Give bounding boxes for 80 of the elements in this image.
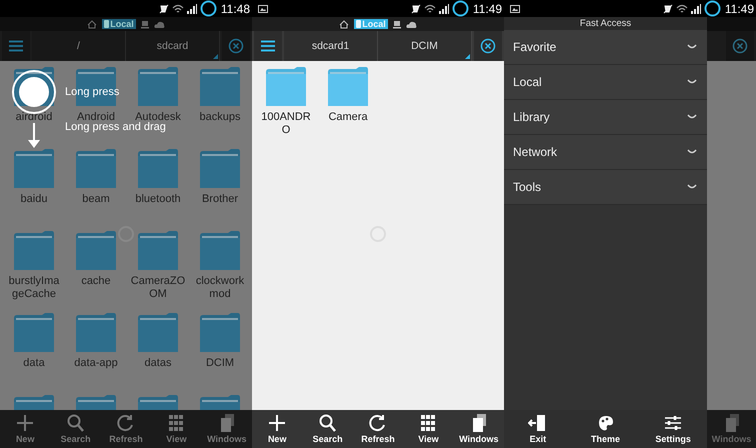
image-notification-icon: [510, 4, 520, 12]
new-button[interactable]: New: [0, 410, 50, 448]
cloud-icon[interactable]: [406, 20, 417, 28]
folder-name: DCIM: [204, 357, 236, 370]
signal-icon: [438, 4, 449, 14]
hint-text: Long press and drag: [65, 121, 166, 133]
folder-name: datas: [144, 357, 172, 370]
folder-name: Camera: [327, 111, 369, 124]
folder-name: beam: [81, 193, 111, 206]
status-time: 11:48: [220, 2, 250, 16]
menu-icon: [9, 40, 23, 52]
folder-name: 100ANDRO: [260, 111, 312, 137]
close-button[interactable]: [222, 31, 250, 61]
battery-ring-icon: [704, 0, 721, 17]
signal-icon: [186, 4, 197, 14]
theme-button[interactable]: Theme: [572, 410, 640, 448]
local-tab[interactable]: Local: [102, 19, 136, 29]
image-notification-icon: [258, 4, 268, 12]
close-icon: [732, 38, 748, 54]
settings-icon: [663, 414, 684, 432]
folder-name: data-app: [73, 357, 119, 370]
windows-button[interactable]: Windows: [454, 410, 504, 448]
folder-name: Android: [77, 111, 116, 123]
home-icon[interactable]: [339, 20, 350, 28]
search-button[interactable]: Search: [50, 410, 101, 448]
folder-name: cache: [80, 275, 112, 288]
folder-name: clockworkmod: [194, 275, 246, 301]
folder-name: Brother: [200, 193, 240, 206]
drawer-item[interactable]: Favorite: [504, 30, 707, 65]
signal-icon: [690, 4, 701, 14]
settings-button[interactable]: Settings: [639, 410, 708, 448]
location-bar: [707, 17, 756, 31]
view-button[interactable]: View: [151, 410, 202, 448]
wifi-icon: [424, 4, 436, 14]
mute-icon: [662, 4, 673, 14]
search-icon: [66, 414, 86, 432]
folder-name: burstlyImageCache: [8, 275, 60, 301]
battery-ring-icon: [452, 0, 469, 17]
drawer-title: Fast Access: [504, 17, 707, 30]
search-button[interactable]: Search: [302, 410, 353, 448]
folder-name: data: [22, 357, 46, 370]
battery-ring-icon: [200, 0, 217, 17]
drawer-item[interactable]: Network: [504, 135, 707, 170]
view-button[interactable]: View: [403, 410, 454, 448]
mute-icon: [410, 4, 421, 14]
folder-name: baidu: [20, 193, 48, 206]
hint-text: Long press: [65, 86, 120, 98]
folder-name: Autodesk: [135, 111, 182, 123]
exit-icon: [528, 414, 548, 432]
folder-name: backups: [198, 111, 242, 124]
menu-button[interactable]: [254, 31, 282, 61]
close-icon: [228, 38, 244, 54]
drawer-item[interactable]: Local: [504, 65, 707, 100]
search-icon: [318, 414, 338, 432]
windows-button[interactable]: Windows: [202, 410, 252, 448]
refresh-button[interactable]: Refresh: [352, 410, 404, 448]
folder-name: CameraZOOM: [130, 275, 186, 301]
exit-button[interactable]: Exit: [504, 410, 572, 448]
menu-button[interactable]: [2, 31, 30, 61]
close-icon: [480, 38, 496, 54]
phone-icon: [356, 20, 362, 28]
wifi-icon: [172, 4, 184, 14]
status-time: 11:49: [472, 2, 502, 16]
close-button[interactable]: [474, 31, 502, 61]
new-button[interactable]: New: [252, 410, 302, 448]
mute-icon: [158, 4, 169, 14]
new-icon: [15, 414, 36, 432]
wifi-icon: [676, 4, 688, 14]
folder-name: bluetooth: [134, 193, 182, 206]
new-icon: [267, 414, 288, 432]
computer-icon[interactable]: [392, 20, 401, 28]
phone-icon: [104, 20, 110, 28]
status-time: 11:49: [724, 2, 754, 16]
menu-icon: [261, 40, 275, 52]
drawer-item[interactable]: Library: [504, 100, 707, 135]
down-arrow-icon: [27, 123, 41, 149]
drawer-item[interactable]: Tools: [504, 170, 707, 205]
folder-name: airdroid: [14, 111, 54, 124]
close-button[interactable]: [726, 31, 754, 61]
refresh-button[interactable]: Refresh: [100, 410, 152, 448]
